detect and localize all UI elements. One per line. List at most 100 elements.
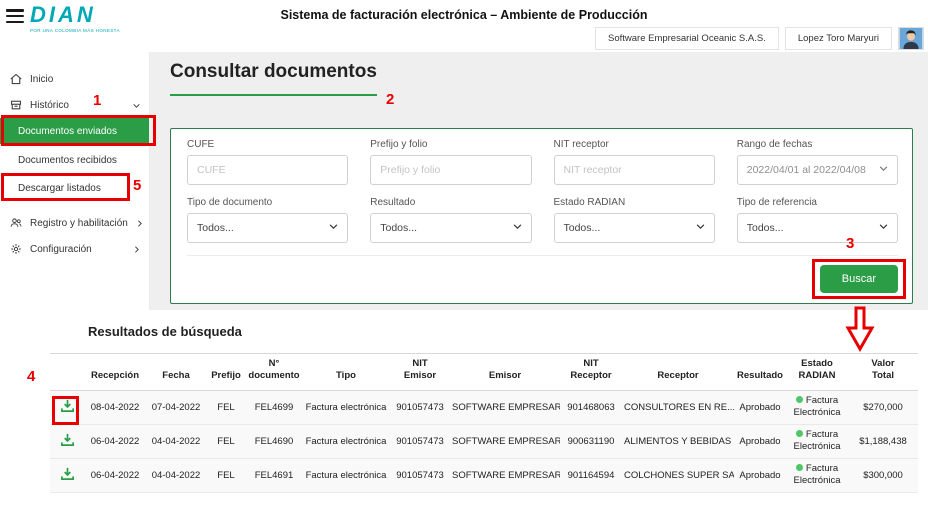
cell-tipo: Factura electrónica — [302, 390, 390, 424]
sidebar-label: Documentos recibidos — [18, 155, 117, 166]
cell-emisor: SOFTWARE EMPRESARI... — [450, 424, 560, 458]
col-header-tipo: Tipo — [302, 354, 390, 391]
col-header-resultado: Resultado — [734, 354, 786, 391]
cell-recepcion: 08-04-2022 — [84, 390, 146, 424]
cell-valor-total: $300,000 — [848, 458, 918, 492]
chevron-down-icon — [132, 101, 141, 110]
cell-nit-emisor: 901057473 — [390, 458, 450, 492]
table-row: 08-04-2022 07-04-2022 FEL FEL4699 Factur… — [50, 390, 918, 424]
cell-nit-receptor: 901164594 — [560, 458, 622, 492]
cell-emisor: SOFTWARE EMPRESARI... — [450, 458, 560, 492]
prefijo-folio-input[interactable] — [370, 155, 531, 185]
sidebar-item-descargar-listados[interactable]: Descargar listados — [0, 176, 149, 200]
col-header-nit-emisor: NIT Emisor — [390, 354, 450, 391]
sidebar-label: Registro y habilitación — [30, 218, 128, 229]
col-header-prefijo: Prefijo — [206, 354, 246, 391]
filter-grid: CUFE Prefijo y folio NIT receptor Rango … — [187, 139, 898, 243]
cell-valor-total: $270,000 — [848, 390, 918, 424]
status-dot-icon — [796, 430, 803, 437]
cell-estado-radian: Factura Electrónica — [786, 458, 848, 492]
estado-radian-label: Estado RADIAN — [554, 197, 715, 208]
table-row: 06-04-2022 04-04-2022 FEL FEL4691 Factur… — [50, 458, 918, 492]
cell-receptor: ALIMENTOS Y BEBIDAS ... — [622, 424, 734, 458]
sidebar-label: Histórico — [30, 100, 69, 111]
col-header-emisor: Emisor — [450, 354, 560, 391]
page-title: Consultar documentos — [170, 61, 377, 96]
sidebar-label: Configuración — [30, 244, 92, 255]
download-icon[interactable] — [60, 398, 75, 413]
tipo-referencia-label: Tipo de referencia — [737, 197, 898, 208]
col-header-recepcion: Recepción — [84, 354, 146, 391]
tipo-referencia-select[interactable]: Todos... — [737, 213, 898, 243]
cell-estado-radian: Factura Electrónica — [786, 424, 848, 458]
top-header: DIAN POR UNA COLOMBIA MÁS HONESTA Sistem… — [0, 0, 928, 52]
nit-receptor-input[interactable] — [554, 155, 715, 185]
download-icon[interactable] — [60, 432, 75, 447]
download-icon[interactable] — [60, 466, 75, 481]
archive-icon — [10, 99, 23, 111]
tipo-documento-field: Tipo de documento Todos... — [187, 197, 348, 243]
resultado-field: Resultado Todos... — [370, 197, 531, 243]
cell-nit-emisor: 901057473 — [390, 424, 450, 458]
sidebar-item-configuracion[interactable]: Configuración — [0, 236, 149, 262]
cufe-label: CUFE — [187, 139, 348, 150]
buscar-button[interactable]: Buscar — [820, 265, 898, 293]
cell-nit-emisor: 901057473 — [390, 390, 450, 424]
chevron-right-icon — [132, 245, 141, 254]
sidebar-item-historico[interactable]: Histórico — [0, 92, 149, 118]
sidebar-item-documentos-recibidos[interactable]: Documentos recibidos — [0, 148, 149, 172]
estado-radian-select[interactable]: Todos... — [554, 213, 715, 243]
cell-fecha: 04-04-2022 — [146, 424, 206, 458]
sidebar-item-registro-habilitacion[interactable]: Registro y habilitación — [0, 210, 149, 236]
results-section: Resultados de búsqueda Recepción Fecha P… — [0, 310, 928, 493]
cell-fecha: 07-04-2022 — [146, 390, 206, 424]
cufe-field: CUFE — [187, 139, 348, 185]
col-header-receptor: Receptor — [622, 354, 734, 391]
col-header-documento: N° documento — [246, 354, 302, 391]
dian-logo-tagline: POR UNA COLOMBIA MÁS HONESTA — [30, 29, 120, 34]
app-title: Sistema de facturación electrónica – Amb… — [0, 8, 928, 22]
col-header-estado-radian: Estado RADIAN — [786, 354, 848, 391]
app-window: DIAN POR UNA COLOMBIA MÁS HONESTA Sistem… — [0, 0, 928, 507]
cell-prefijo: FEL — [206, 424, 246, 458]
sidebar-label: Documentos enviados — [18, 126, 117, 137]
cell-documento: FEL4691 — [246, 458, 302, 492]
status-dot-icon — [796, 464, 803, 471]
filter-panel-footer: Buscar — [187, 255, 898, 293]
col-header-fecha: Fecha — [146, 354, 206, 391]
rango-fechas-field: Rango de fechas 2022/04/01 al 2022/04/08 — [737, 139, 898, 185]
resultado-select[interactable]: Todos... — [370, 213, 531, 243]
rango-fechas-select[interactable]: 2022/04/01 al 2022/04/08 — [737, 155, 898, 185]
people-icon — [10, 217, 23, 229]
cell-resultado: Aprobado — [734, 458, 786, 492]
main-content: Consultar documentos CUFE Prefijo y foli… — [150, 52, 928, 310]
cell-tipo: Factura electrónica — [302, 424, 390, 458]
status-dot-icon — [796, 396, 803, 403]
tipo-referencia-field: Tipo de referencia Todos... — [737, 197, 898, 243]
estado-radian-field: Estado RADIAN Todos... — [554, 197, 715, 243]
tipo-documento-select[interactable]: Todos... — [187, 213, 348, 243]
user-name[interactable]: Lopez Toro Maryuri — [785, 27, 892, 50]
chevron-down-icon — [329, 222, 338, 234]
results-table: Recepción Fecha Prefijo N° documento Tip… — [50, 353, 918, 493]
cell-nit-receptor: 900631190 — [560, 424, 622, 458]
home-icon — [10, 73, 23, 85]
rango-fechas-label: Rango de fechas — [737, 139, 898, 150]
cell-prefijo: FEL — [206, 458, 246, 492]
sidebar-item-inicio[interactable]: Inicio — [0, 66, 149, 92]
sidebar-item-documentos-enviados[interactable]: Documentos enviados — [0, 118, 149, 144]
cell-fecha: 04-04-2022 — [146, 458, 206, 492]
header-user-area: Software Empresarial Oceanic S.A.S. Lope… — [595, 27, 924, 50]
cell-nit-receptor: 901468063 — [560, 390, 622, 424]
main-layout: Inicio Histórico Documentos enviados Doc… — [0, 52, 928, 310]
cell-prefijo: FEL — [206, 390, 246, 424]
cell-valor-total: $1,188,438 — [848, 424, 918, 458]
cell-tipo: Factura electrónica — [302, 458, 390, 492]
sidebar: Inicio Histórico Documentos enviados Doc… — [0, 52, 150, 310]
cell-recepcion: 06-04-2022 — [84, 424, 146, 458]
cell-documento: FEL4690 — [246, 424, 302, 458]
cufe-input[interactable] — [187, 155, 348, 185]
avatar[interactable] — [898, 27, 924, 50]
chevron-down-icon — [513, 222, 522, 234]
filter-panel: CUFE Prefijo y folio NIT receptor Rango … — [170, 128, 913, 304]
